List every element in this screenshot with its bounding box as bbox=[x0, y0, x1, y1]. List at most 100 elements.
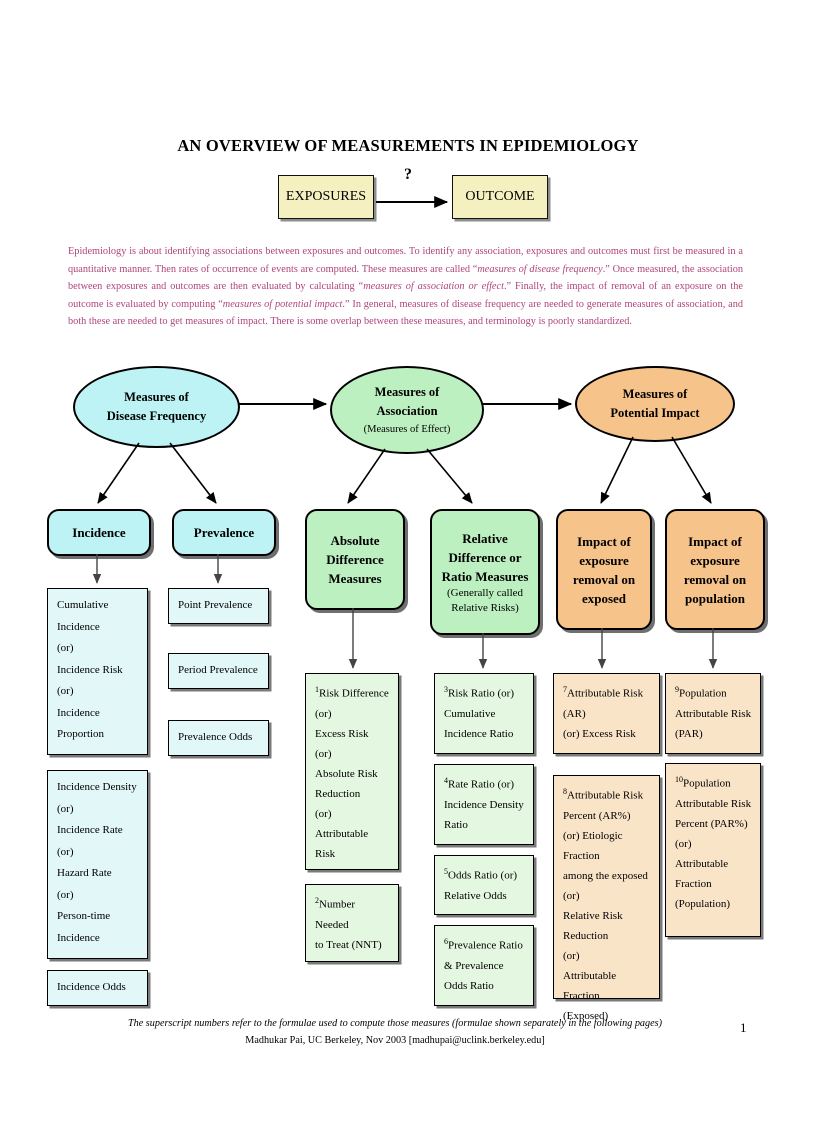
leaf-box-point-prevalence: Point Prevalence bbox=[168, 588, 269, 624]
leaf-line: to Treat (NNT) bbox=[315, 938, 382, 951]
footer-note: The superscript numbers refer to the for… bbox=[127, 1018, 663, 1029]
ellipse-line-1: Measures of bbox=[622, 387, 688, 401]
leaf-box-risk-ratio: 3Risk Ratio (or) Cumulative Incidence Rati… bbox=[434, 673, 534, 754]
formula-superscript: 1 bbox=[315, 685, 319, 694]
leaf-line: Fraction bbox=[675, 877, 712, 890]
leaf-line: (or) bbox=[675, 837, 692, 850]
leaf-line: Incidence bbox=[57, 620, 100, 633]
leaf-line: (or) bbox=[315, 747, 332, 760]
category-line: exposed bbox=[581, 590, 627, 606]
leaf-line: 5Odds Ratio (or) bbox=[444, 867, 518, 882]
leaf-line: 9Population bbox=[675, 685, 727, 700]
leaf-line: 1Risk Difference bbox=[315, 685, 389, 700]
leaf-box-prevalence-ratio: 6Prevalence Ratio & Prevalence Odds Ratio bbox=[434, 925, 534, 1006]
leaf-line: 8Attributable Risk bbox=[563, 787, 644, 802]
leaf-box-population-attributable-risk-percent: 10Population Attributable Risk Percent (PA… bbox=[665, 763, 761, 937]
category-box-relative-difference-ratio-measures: Relative Difference or Ratio Measures (Gene… bbox=[430, 509, 540, 635]
leaf-line: Reduction bbox=[563, 929, 609, 942]
leaf-line: among the exposed bbox=[563, 869, 648, 882]
leaf-line: Prevalence Odds bbox=[178, 731, 253, 743]
leaf-line: (or) bbox=[57, 642, 74, 654]
leaf-line: Incidence Risk bbox=[57, 663, 123, 676]
ellipse-line-2: Association bbox=[376, 404, 438, 418]
category-line: Relative bbox=[462, 530, 508, 546]
category-line: population bbox=[685, 590, 745, 606]
ellipse-line-2: Disease Frequency bbox=[106, 409, 207, 423]
category-line: Difference or bbox=[448, 549, 522, 565]
leaf-box-incidence-odds: Incidence Odds bbox=[47, 970, 148, 1006]
category-box-prevalence: Prevalence bbox=[172, 509, 276, 556]
exposures-label: EXPOSURES bbox=[285, 189, 367, 204]
leaf-line: Attributable Risk bbox=[675, 797, 752, 810]
leaf-line: Excess Risk bbox=[315, 727, 369, 740]
leaf-line: Attributable bbox=[675, 857, 729, 870]
ellipse-measures-disease-frequency: Measures of Disease Frequency bbox=[73, 366, 240, 448]
category-box-incidence: Incidence bbox=[47, 509, 151, 556]
leaf-box-risk-difference: 1Risk Difference (or) Excess Risk (or) Absol… bbox=[305, 673, 399, 870]
ellipse-line-1: Measures of bbox=[374, 385, 440, 399]
leaf-line: Incidence Density bbox=[444, 798, 524, 811]
category-line: removal on bbox=[572, 571, 636, 587]
intro-em-3: measures of potential impact bbox=[222, 298, 343, 310]
leaf-line: 6Prevalence Ratio bbox=[444, 937, 523, 952]
leaf-line: Incidence Odds bbox=[57, 981, 126, 993]
formula-superscript: 7 bbox=[563, 685, 567, 694]
page-number: 1 bbox=[740, 1020, 747, 1035]
category-subline: Relative Risks) bbox=[451, 601, 519, 614]
leaf-line: (or) bbox=[57, 685, 74, 697]
leaf-line: (or) bbox=[563, 949, 580, 962]
exposures-box: EXPOSURES bbox=[278, 175, 374, 219]
formula-superscript: 6 bbox=[444, 937, 448, 946]
leaf-line: (or) bbox=[57, 802, 74, 815]
leaf-line: Proportion bbox=[57, 728, 105, 740]
leaf-box-incidence-density: Incidence Density (or) Incidence Rate (or) H… bbox=[47, 770, 148, 959]
category-box-impact-exposure-removal-population: Impact of exposure removal on population bbox=[665, 509, 765, 630]
leaf-box-attributable-risk-percent: 8Attributable Risk Percent (AR%) (or) Etio… bbox=[553, 775, 660, 1022]
intro-paragraph: Epidemiology is about identifying associ… bbox=[68, 243, 743, 331]
leaf-line: Relative Risk bbox=[563, 909, 623, 922]
leaf-line: Attributable Risk bbox=[675, 707, 752, 720]
leaf-line: Odds Ratio bbox=[444, 979, 494, 992]
leaf-box-period-prevalence: Period Prevalence bbox=[168, 653, 269, 689]
leaf-line: (or) bbox=[315, 807, 332, 820]
page-title: AN OVERVIEW OF MEASUREMENTS IN EPIDEMIOL… bbox=[177, 136, 639, 155]
leaf-box-population-attributable-risk: 9Population Attributable Risk (PAR) bbox=[665, 673, 761, 754]
leaf-line: 7Attributable Risk bbox=[563, 685, 644, 700]
leaf-line: (or) Etiologic Fraction bbox=[563, 829, 623, 862]
leaf-line: 4Rate Ratio (or) bbox=[444, 776, 514, 791]
leaf-line: Incidence Density bbox=[57, 781, 137, 793]
leaf-box-cumulative-incidence: Cumulative Incidence (or) Incidence Risk (or… bbox=[47, 588, 148, 755]
formula-superscript: 2 bbox=[315, 896, 319, 905]
category-subline: (Generally called bbox=[446, 586, 524, 599]
outcome-box: OUTCOME bbox=[452, 175, 548, 219]
category-line: Prevalence bbox=[193, 525, 255, 540]
leaf-line: Absolute Risk bbox=[315, 767, 378, 780]
footer-credit: Madhukar Pai, UC Berkeley, Nov 2003 [mad… bbox=[245, 1035, 545, 1046]
leaf-box-number-needed-to-treat: 2Number Needed to Treat (NNT) bbox=[305, 884, 399, 962]
formula-superscript: 4 bbox=[444, 776, 448, 785]
leaf-line: Point Prevalence bbox=[178, 599, 253, 611]
formula-superscript: 9 bbox=[675, 685, 679, 694]
leaf-line: Percent (AR%) bbox=[563, 809, 631, 822]
ellipse-line-1: Measures of bbox=[124, 390, 189, 404]
category-line: exposure bbox=[579, 552, 629, 568]
leaf-box-rate-ratio: 4Rate Ratio (or) Incidence Density Ratio bbox=[434, 764, 534, 845]
leaf-line: Cumulative bbox=[57, 599, 109, 611]
leaf-line: Period Prevalence bbox=[178, 664, 258, 676]
ellipse-sublabel: (Measures of Effect) bbox=[363, 424, 451, 435]
leaf-line: Attributable Risk bbox=[315, 827, 369, 860]
intro-em-1: measures of disease frequency bbox=[477, 263, 603, 275]
category-line: removal on bbox=[683, 571, 747, 587]
leaf-line: (or) bbox=[563, 889, 580, 902]
leaf-line: Reduction bbox=[315, 787, 361, 800]
leaf-line: (Population) bbox=[675, 897, 730, 910]
leaf-line: Attributable Fraction bbox=[563, 969, 617, 1002]
leaf-line: Incidence bbox=[57, 931, 100, 944]
leaf-line: Ratio bbox=[444, 818, 468, 831]
question-mark-label: ? bbox=[404, 166, 412, 183]
leaf-line: Incidence Rate bbox=[57, 824, 123, 836]
leaf-line: Person-time bbox=[57, 910, 111, 922]
leaf-line: (or) bbox=[57, 845, 74, 858]
formula-superscript: 10 bbox=[675, 775, 683, 784]
leaf-line: (PAR) bbox=[675, 727, 703, 740]
